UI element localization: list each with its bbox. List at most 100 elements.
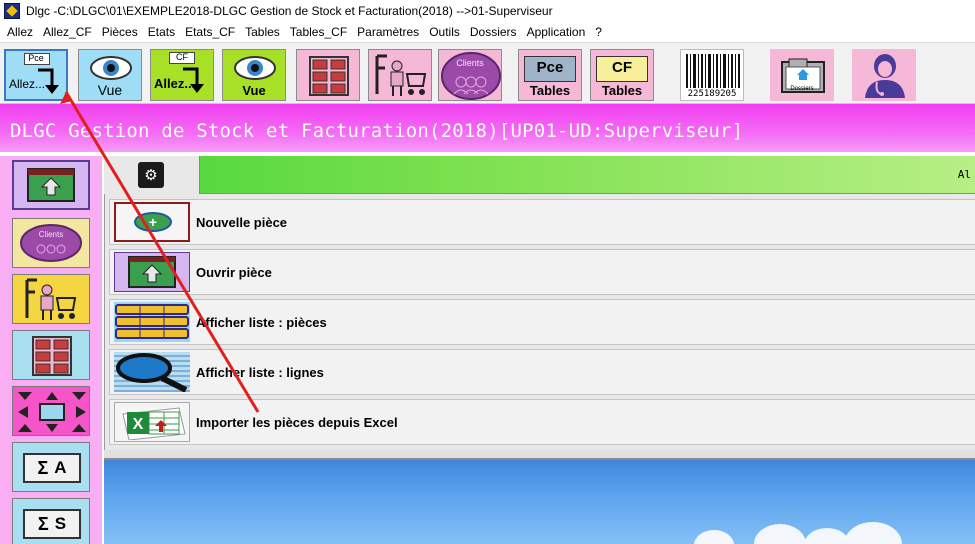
banner-title: DLGC Gestion de Stock et Facturation(201… [10,120,744,142]
cabinet-grid-icon [309,56,349,96]
sidebar-open-button[interactable] [12,160,90,210]
sidebar-expand-button[interactable] [12,386,90,436]
window-title: Dlgc -C:\DLGC\01\EXEMPLE2018-DLGC Gestio… [26,4,553,18]
pce-tables-button[interactable]: Pce Tables [518,49,582,101]
cabinet-grid-icon [32,336,72,376]
open-piece-icon [114,252,190,292]
app-window: Dlgc -C:\DLGC\01\EXEMPLE2018-DLGC Gestio… [0,0,975,544]
sidebar-clients-label: Clients [38,230,64,239]
open-arrow-icon [128,256,176,288]
clients-button[interactable]: Clients [438,49,502,101]
cf-tables-button[interactable]: CF Tables [590,49,654,101]
sidebar-sigma-s-button[interactable]: Σ S [12,498,90,544]
menu-allez[interactable]: Allez [2,22,38,42]
shopper-cart-icon [25,278,77,320]
title-bar: Dlgc -C:\DLGC\01\EXEMPLE2018-DLGC Gestio… [0,0,975,22]
settings-tab: ⚙ [104,156,200,194]
menu-application[interactable]: Application [522,22,591,42]
cf-allez-button[interactable]: CF Allez... [150,49,214,101]
user-profile-button[interactable] [852,49,916,101]
sidebar-grid-button[interactable] [12,330,90,380]
plus-icon: + [148,214,158,230]
menu-outils[interactable]: Outils [424,22,465,42]
dossiers-label: Dossiers [790,86,814,92]
sigma-s-icon: Σ S [23,509,81,539]
menu-pieces[interactable]: Pièces [97,22,143,42]
svg-text:X: X [133,416,144,433]
magnifier-icon [116,353,188,392]
dossiers-button[interactable]: Dossiers [770,49,834,101]
clients-label: Clients [456,58,484,68]
app-icon [4,3,20,19]
shopper-cart-icon [375,54,427,96]
action-list-footer [104,450,975,460]
menu-tables-cf[interactable]: Tables_CF [285,22,352,42]
menu-etats[interactable]: Etats [143,22,180,42]
barcode-button[interactable]: 225189205 [680,49,744,101]
cf-tables-caption: Tables [601,83,643,98]
background-picture [104,460,975,544]
expand-arrows-icon [18,392,86,432]
eye-icon [90,56,132,80]
open-arrow-icon [27,168,75,202]
clients-group-icon [20,224,82,262]
sigma-a-letter: A [54,458,67,477]
cf-allez-caption: Allez... [154,76,196,91]
pce-tables-caption: Tables [529,83,571,98]
action-label: Afficher liste : pièces [196,314,327,330]
strip-label: Al [957,168,971,181]
sidebar-sigma-a-button[interactable]: Σ A [12,442,90,492]
toolbar: Pce Allez... Vue CF Allez... Vue Clients… [0,42,975,104]
sidebar-fournisseur-button[interactable] [12,274,90,324]
sigma-symbol: Σ [37,457,49,478]
action-list: + Nouvelle pièce Ouvrir pièce Afficher l… [104,194,975,450]
pce-allez-button[interactable]: Pce Allez... [4,49,68,101]
menu-etats-cf[interactable]: Etats_CF [180,22,240,42]
action-list-pieces[interactable]: Afficher liste : pièces [109,299,975,345]
excel-import-icon: X [114,402,190,442]
pce-small-label: Pce [28,53,44,63]
cf-tables-top: CF [612,59,632,76]
menu-dossiers[interactable]: Dossiers [465,22,522,42]
list-pieces-icon [114,302,190,342]
sigma-symbol: Σ [37,513,49,534]
barcode-icon [686,54,740,88]
action-label: Ouvrir pièce [196,264,272,280]
sidebar-clients-button[interactable]: Clients [12,218,90,268]
vue-button[interactable]: Vue [78,49,142,101]
action-label: Nouvelle pièce [196,214,288,230]
barcode-number: 225189205 [687,89,737,99]
fournisseur-cart-button[interactable] [368,49,432,101]
action-label: Afficher liste : lignes [196,364,324,380]
menu-bar: Allez Allez_CF Pièces Etats Etats_CF Tab… [0,22,975,42]
menu-tables[interactable]: Tables [240,22,285,42]
action-new-piece[interactable]: + Nouvelle pièce [109,199,975,245]
vue-cf-button[interactable]: Vue [222,49,286,101]
gear-icon[interactable]: ⚙ [138,162,164,188]
list-stack-icon [115,304,189,339]
vue-cf-caption: Vue [242,83,266,98]
pce-tables-top: Pce [536,59,564,76]
cloud [754,524,806,544]
app-banner: DLGC Gestion de Stock et Facturation(201… [0,104,975,156]
left-sidebar: Clients Σ A Σ S [0,156,102,544]
cloud [694,530,734,544]
list-lines-icon [114,352,190,392]
menu-parametres[interactable]: Paramètres [352,22,424,42]
pce-allez-caption: Allez... [9,77,46,91]
sigma-a-icon: Σ A [23,453,81,483]
content-header-strip: ⚙ Al [104,156,975,194]
action-import-excel[interactable]: X Importer les pièces depuis Excel [109,399,975,445]
action-label: Importer les pièces depuis Excel [196,414,398,430]
excel-icon: X [122,407,186,440]
menu-allez-cf[interactable]: Allez_CF [38,22,97,42]
doctor-user-icon [865,54,905,98]
vue-caption: Vue [97,82,123,98]
menu-help[interactable]: ? [590,22,607,42]
sigma-s-letter: S [54,514,67,533]
action-open-piece[interactable]: Ouvrir pièce [109,249,975,295]
action-list-lines[interactable]: Afficher liste : lignes [109,349,975,395]
pieces-grid-button[interactable] [296,49,360,101]
cloud [844,522,902,544]
eye-icon [234,56,276,80]
